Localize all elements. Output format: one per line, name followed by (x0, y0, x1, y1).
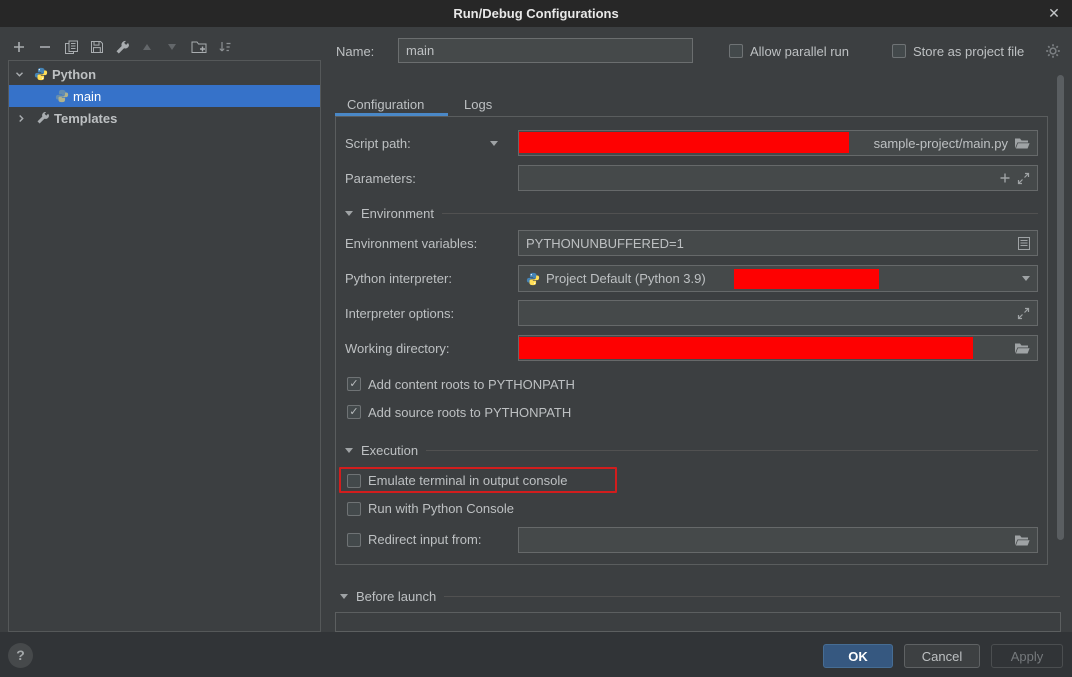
add-source-roots-checkbox[interactable]: ✓ (347, 405, 361, 419)
script-path-label: Script path: (345, 136, 411, 151)
environment-variables-value: PYTHONUNBUFFERED=1 (526, 236, 684, 251)
add-source-roots-label: Add source roots to PYTHONPATH (368, 405, 571, 420)
edit-templates-wrench-icon[interactable] (113, 39, 131, 55)
new-folder-icon[interactable] (190, 39, 208, 55)
chevron-down-icon[interactable] (14, 69, 25, 80)
tree-item-templates[interactable]: Templates (9, 107, 320, 129)
execution-section-header[interactable]: Execution (345, 443, 1038, 458)
tree-item-python[interactable]: Python (9, 63, 320, 85)
expand-field-icon[interactable] (1017, 307, 1030, 320)
help-button[interactable]: ? (8, 643, 33, 668)
browse-folder-icon[interactable] (1014, 342, 1030, 355)
working-directory-label: Working directory: (345, 341, 450, 356)
chevron-down-icon[interactable] (1022, 276, 1030, 281)
add-content-roots-checkbox[interactable]: ✓ (347, 377, 361, 391)
remove-icon[interactable] (36, 39, 54, 55)
redaction-working-directory (519, 337, 973, 359)
collapse-triangle-icon[interactable] (345, 448, 353, 453)
run-with-python-console-checkbox[interactable] (347, 502, 361, 516)
parameters-label: Parameters: (345, 171, 416, 186)
python-logo-icon (34, 67, 48, 81)
python-logo-icon (55, 89, 69, 103)
name-input[interactable] (398, 38, 693, 63)
add-icon[interactable] (10, 39, 28, 55)
move-down-icon[interactable] (163, 39, 181, 55)
interpreter-options-label: Interpreter options: (345, 306, 454, 321)
wrench-icon (36, 111, 50, 125)
store-as-project-file-label: Store as project file (913, 44, 1024, 59)
redirect-input-checkbox[interactable] (347, 533, 361, 547)
tab-configuration[interactable]: Configuration (347, 97, 424, 112)
browse-folder-icon[interactable] (1014, 534, 1030, 547)
vertical-scrollbar[interactable] (1057, 75, 1064, 540)
script-path-dropdown-icon[interactable] (490, 141, 498, 146)
redirect-input-field[interactable] (518, 527, 1038, 553)
allow-parallel-run-label: Allow parallel run (750, 44, 849, 59)
allow-parallel-run-checkbox[interactable] (729, 44, 743, 58)
python-interpreter-value: Project Default (Python 3.9) (546, 271, 706, 286)
close-icon[interactable]: ✕ (1044, 3, 1064, 23)
tree-item-label: Templates (54, 111, 117, 126)
add-content-roots-label: Add content roots to PYTHONPATH (368, 377, 575, 392)
save-icon[interactable] (88, 39, 106, 55)
ok-button[interactable]: OK (823, 644, 893, 668)
environment-section-header[interactable]: Environment (345, 206, 1038, 221)
environment-variables-label: Environment variables: (345, 236, 477, 251)
before-launch-task-list[interactable] (335, 612, 1061, 632)
configurations-tree-panel: Python main Templates (8, 60, 321, 632)
tree-item-label: main (73, 89, 101, 104)
add-macro-plus-icon[interactable] (999, 172, 1011, 184)
chevron-right-icon[interactable] (16, 113, 27, 124)
interpreter-options-field[interactable] (518, 300, 1038, 326)
dialog-titlebar: Run/Debug Configurations ✕ (0, 0, 1072, 27)
annotation-highlight-emulate-terminal (339, 467, 617, 493)
cancel-button[interactable]: Cancel (904, 644, 980, 668)
name-label: Name: (336, 44, 374, 59)
section-title: Environment (361, 206, 434, 221)
collapse-triangle-icon[interactable] (345, 211, 353, 216)
redaction-interpreter-path (734, 269, 879, 289)
edit-variables-icon[interactable] (1018, 237, 1030, 250)
gear-icon[interactable] (1045, 43, 1061, 62)
tree-item-label: Python (52, 67, 96, 82)
tree-item-main[interactable]: main (9, 85, 320, 107)
dialog-title: Run/Debug Configurations (453, 6, 618, 21)
tab-logs[interactable]: Logs (464, 97, 492, 112)
environment-variables-field[interactable]: PYTHONUNBUFFERED=1 (518, 230, 1038, 256)
parameters-field[interactable] (518, 165, 1038, 191)
browse-folder-icon[interactable] (1014, 137, 1030, 150)
run-with-python-console-label: Run with Python Console (368, 501, 514, 516)
script-path-value: sample-project/main.py (874, 136, 1008, 151)
before-launch-section-header[interactable]: Before launch (340, 589, 1060, 604)
collapse-triangle-icon[interactable] (340, 594, 348, 599)
sort-alphabetically-icon[interactable] (216, 39, 234, 55)
section-title: Before launch (356, 589, 436, 604)
expand-field-icon[interactable] (1017, 172, 1030, 185)
copy-icon[interactable] (62, 39, 80, 55)
section-title: Execution (361, 443, 418, 458)
redirect-input-label: Redirect input from: (368, 532, 481, 547)
move-up-icon[interactable] (138, 39, 156, 55)
redaction-script-path (519, 132, 849, 153)
apply-button: Apply (991, 644, 1063, 668)
store-as-project-file-checkbox[interactable] (892, 44, 906, 58)
python-logo-icon (526, 272, 540, 286)
python-interpreter-label: Python interpreter: (345, 271, 452, 286)
